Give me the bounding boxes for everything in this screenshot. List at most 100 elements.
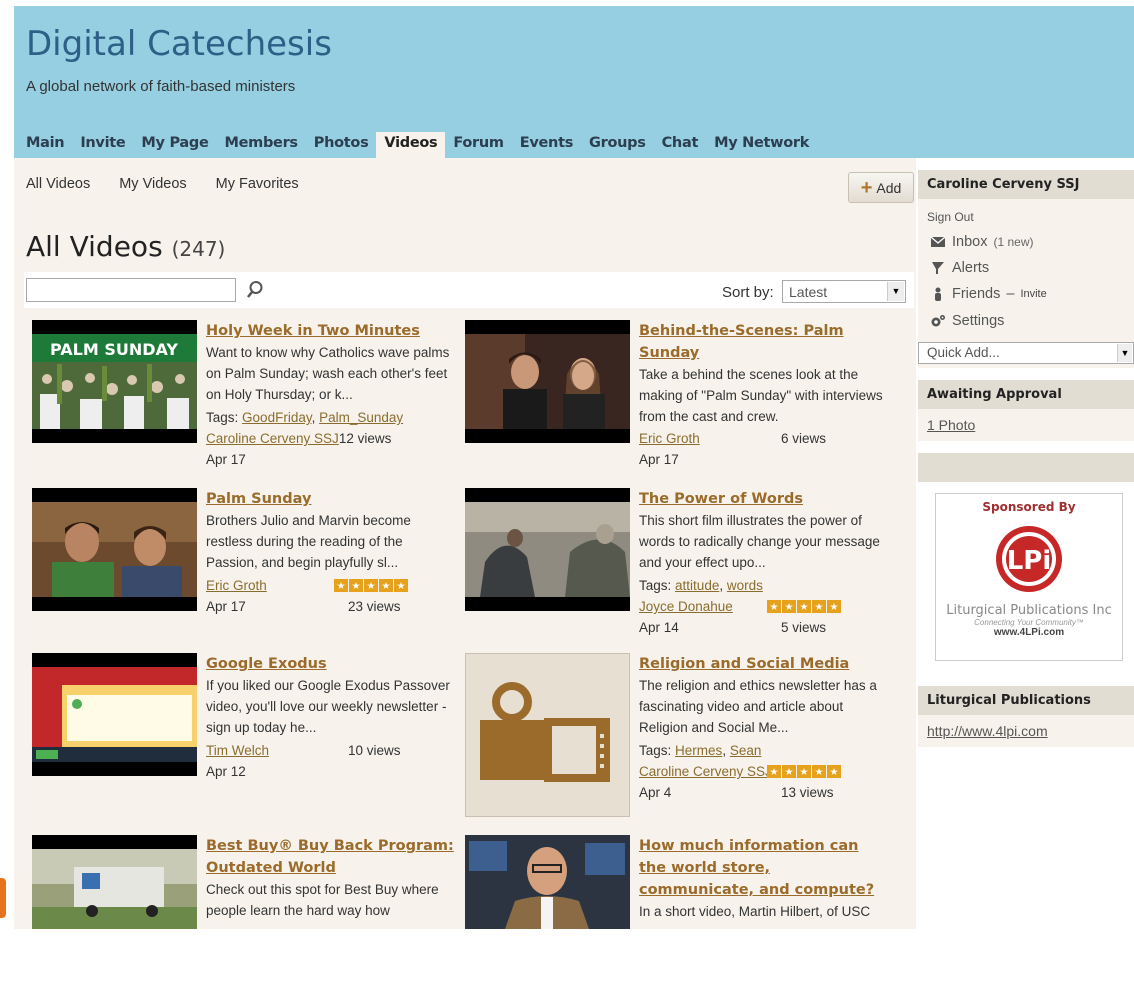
truck-image bbox=[32, 849, 197, 929]
video-date: Apr 14 bbox=[639, 620, 679, 635]
chevron-down-icon: ▼ bbox=[1117, 344, 1132, 362]
inbox-new-count: (1 new) bbox=[993, 235, 1034, 249]
video-thumbnail[interactable] bbox=[465, 653, 630, 817]
author-link[interactable]: Eric Groth bbox=[639, 431, 700, 446]
settings-label: Settings bbox=[952, 313, 1005, 329]
search-icon[interactable] bbox=[246, 280, 264, 300]
nav-my-page[interactable]: My Page bbox=[133, 132, 216, 158]
video-item: How much information can the world store… bbox=[465, 835, 895, 995]
nav-groups[interactable]: Groups bbox=[581, 132, 654, 158]
sponsor-tagline: Connecting Your Community™ bbox=[974, 618, 1084, 627]
sponsor-url: www.4LPi.com bbox=[993, 627, 1065, 638]
author-link[interactable]: Eric Groth bbox=[206, 578, 267, 593]
awaiting-approval-panel: Awaiting Approval 1 Photo bbox=[918, 380, 1134, 441]
video-title-link[interactable]: Holy Week in Two Minutes bbox=[206, 320, 456, 342]
tags-label: Tags: bbox=[639, 578, 672, 593]
video-title-link[interactable]: Palm Sunday bbox=[206, 488, 456, 510]
nav-members[interactable]: Members bbox=[217, 132, 306, 158]
view-count: 6 views bbox=[781, 431, 827, 446]
video-title-link[interactable]: Behind-the-Scenes: Palm Sunday bbox=[639, 320, 889, 364]
lp-website-link[interactable]: http://www.4lpi.com bbox=[918, 715, 1134, 747]
nav-forum[interactable]: Forum bbox=[445, 132, 511, 158]
nav-events[interactable]: Events bbox=[512, 132, 581, 158]
author-link[interactable]: Joyce Donahue bbox=[639, 599, 733, 614]
google-screenshot-image bbox=[32, 667, 197, 762]
approval-photo-link[interactable]: 1 Photo bbox=[918, 409, 1134, 441]
nav-chat[interactable]: Chat bbox=[654, 132, 706, 158]
tag-link[interactable]: Sean bbox=[730, 743, 762, 758]
user-name[interactable]: Caroline Cerveny SSJ bbox=[918, 170, 1134, 199]
video-title-link[interactable]: How much information can the world store… bbox=[639, 835, 889, 901]
view-count: 13 views bbox=[781, 785, 834, 800]
invite-link[interactable]: Invite bbox=[1020, 288, 1046, 300]
video-description: Brothers Julio and Marvin become restles… bbox=[206, 513, 411, 570]
nav-videos[interactable]: Videos bbox=[376, 132, 446, 158]
alerts-label: Alerts bbox=[952, 260, 990, 276]
interview-image bbox=[465, 334, 630, 429]
blank-panel-header bbox=[918, 453, 1134, 482]
video-meta: Caroline Cerveny SSJ bbox=[639, 761, 899, 782]
sponsor-ad[interactable]: Sponsored By LPi Liturgical Publications… bbox=[935, 493, 1123, 661]
subnav-my-favorites[interactable]: My Favorites bbox=[216, 176, 299, 192]
video-title-link[interactable]: Religion and Social Media bbox=[639, 653, 889, 675]
star-icon bbox=[797, 600, 811, 613]
view-count: 10 views bbox=[348, 743, 401, 758]
author-link[interactable]: Tim Welch bbox=[206, 743, 269, 758]
main-nav: Main Invite My Page Members Photos Video… bbox=[18, 132, 817, 158]
tag-link[interactable]: Hermes bbox=[675, 743, 722, 758]
video-date: Apr 4 bbox=[639, 785, 672, 800]
search-input[interactable] bbox=[26, 278, 236, 302]
tag-link[interactable]: attitude bbox=[675, 578, 719, 593]
author-link[interactable]: Caroline Cerveny SSJ bbox=[206, 431, 339, 446]
sign-out-link[interactable]: Sign Out bbox=[927, 210, 974, 224]
nav-photos[interactable]: Photos bbox=[306, 132, 377, 158]
rating-stars bbox=[334, 579, 408, 592]
video-item: Best Buy® Buy Back Program: Outdated Wor… bbox=[32, 835, 462, 995]
nav-invite[interactable]: Invite bbox=[72, 132, 133, 158]
site-title[interactable]: Digital Catechesis bbox=[26, 24, 332, 64]
subnav-all-videos[interactable]: All Videos bbox=[26, 176, 90, 192]
friends-separator: – bbox=[1006, 286, 1015, 302]
video-thumbnail[interactable] bbox=[465, 320, 630, 443]
author-link[interactable]: Caroline Cerveny SSJ bbox=[639, 764, 772, 779]
video-title-link[interactable]: Best Buy® Buy Back Program: Outdated Wor… bbox=[206, 835, 456, 879]
quick-add-select[interactable]: Quick Add... ▼ bbox=[918, 342, 1134, 364]
star-icon bbox=[782, 600, 796, 613]
video-meta: Eric Groth bbox=[206, 575, 466, 596]
video-meta: Apr 4 13 views bbox=[639, 782, 899, 803]
add-video-button[interactable]: + Add bbox=[848, 172, 914, 203]
tag-link[interactable]: words bbox=[727, 578, 763, 593]
star-icon bbox=[394, 579, 408, 592]
video-description: In a short video, Martin Hilbert, of USC bbox=[639, 904, 871, 919]
video-thumbnail[interactable] bbox=[32, 488, 197, 611]
video-title-link[interactable]: Google Exodus bbox=[206, 653, 456, 675]
video-thumbnail[interactable] bbox=[32, 835, 197, 929]
video-thumbnail[interactable] bbox=[32, 653, 197, 776]
video-date: Apr 17 bbox=[206, 599, 246, 614]
tags-label: Tags: bbox=[206, 410, 239, 425]
sort-select[interactable]: Latest ▼ bbox=[782, 280, 906, 303]
quick-add-value: Quick Add... bbox=[927, 345, 1000, 360]
video-thumbnail[interactable] bbox=[465, 835, 630, 929]
feedback-tab[interactable] bbox=[0, 878, 6, 918]
video-count: (247) bbox=[171, 237, 226, 261]
nav-my-network[interactable]: My Network bbox=[706, 132, 817, 158]
site-header: Digital Catechesis A global network of f… bbox=[14, 6, 1134, 158]
tag-link[interactable]: Palm_Sunday bbox=[319, 410, 403, 425]
friends-link[interactable]: Friends – Invite bbox=[930, 286, 1047, 302]
video-title-link[interactable]: The Power of Words bbox=[639, 488, 889, 510]
video-thumbnail[interactable]: PALM SUNDAY bbox=[32, 320, 197, 443]
gear-icon bbox=[931, 315, 945, 327]
tag-link[interactable]: GoodFriday bbox=[242, 410, 312, 425]
inbox-link[interactable]: Inbox (1 new) bbox=[930, 234, 1034, 250]
lpi-logo: LPi bbox=[996, 526, 1062, 592]
settings-link[interactable]: Settings bbox=[930, 313, 1004, 329]
video-description: If you liked our Google Exodus Passover … bbox=[206, 678, 450, 735]
video-thumbnail[interactable] bbox=[465, 488, 630, 611]
subnav-my-videos[interactable]: My Videos bbox=[119, 176, 186, 192]
video-date: Apr 17 bbox=[206, 452, 246, 467]
video-date: Apr 12 bbox=[206, 764, 246, 779]
star-icon bbox=[349, 579, 363, 592]
nav-main[interactable]: Main bbox=[18, 132, 72, 158]
alerts-link[interactable]: Alerts bbox=[930, 260, 989, 276]
